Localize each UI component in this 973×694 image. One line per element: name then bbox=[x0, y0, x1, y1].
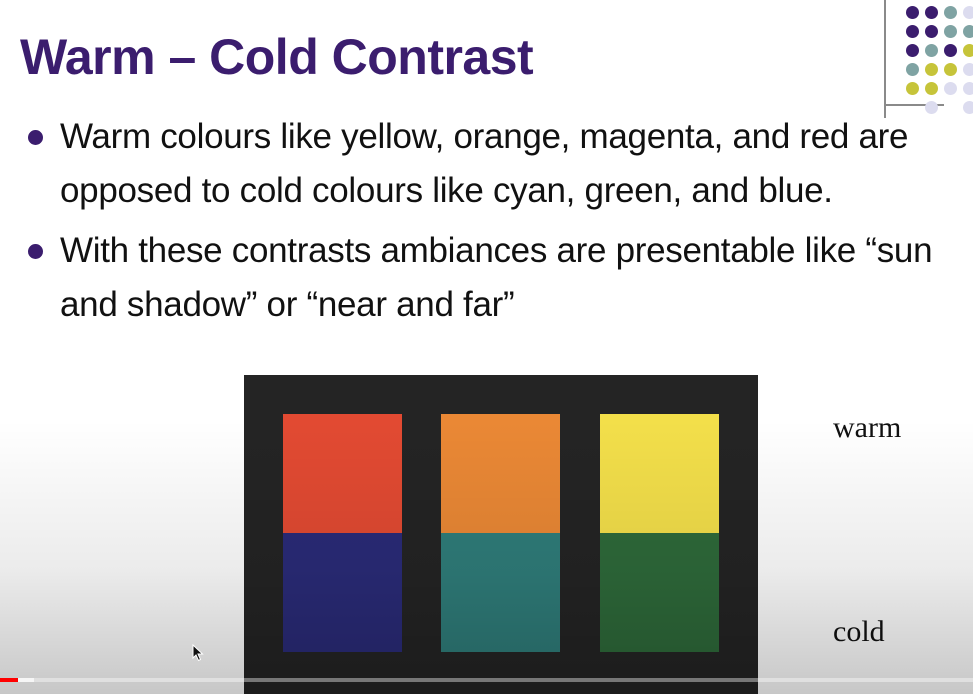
decorative-dot bbox=[906, 63, 919, 76]
cold-swatch-cyan bbox=[441, 533, 560, 652]
decorative-dot bbox=[963, 63, 973, 76]
decorative-dot bbox=[944, 82, 957, 95]
decorative-dot bbox=[963, 6, 973, 19]
bullet-dot-icon bbox=[28, 244, 43, 259]
decorative-dot bbox=[906, 25, 919, 38]
decorative-dot bbox=[963, 101, 973, 114]
decorative-dot bbox=[925, 82, 938, 95]
decorative-dot bbox=[963, 44, 973, 57]
warm-swatch-orange bbox=[441, 414, 560, 533]
cold-swatch-blue bbox=[283, 533, 402, 652]
decorative-dot bbox=[906, 6, 919, 19]
bullet-item: Warm colours like yellow, orange, magent… bbox=[28, 110, 958, 218]
video-buffer-fill bbox=[17, 678, 35, 682]
warm-swatch-yellow bbox=[600, 414, 719, 533]
slide-title: Warm – Cold Contrast bbox=[20, 29, 534, 85]
decorative-dot bbox=[963, 82, 973, 95]
decorative-vertical-line bbox=[884, 0, 886, 118]
cold-label: cold bbox=[833, 615, 885, 648]
decorative-dot bbox=[925, 63, 938, 76]
decorative-dot bbox=[906, 82, 919, 95]
video-progress-bar[interactable] bbox=[0, 678, 973, 682]
bullet-list: Warm colours like yellow, orange, magent… bbox=[28, 110, 958, 338]
decorative-dot bbox=[944, 6, 957, 19]
decorative-dot bbox=[944, 44, 957, 57]
bullet-text: Warm colours like yellow, orange, magent… bbox=[60, 117, 909, 210]
cold-swatch-green bbox=[600, 533, 719, 652]
bullet-item: With these contrasts ambiances are prese… bbox=[28, 224, 958, 332]
decorative-dot bbox=[944, 63, 957, 76]
bullet-dot-icon bbox=[28, 130, 43, 145]
decorative-dot bbox=[925, 6, 938, 19]
color-swatch-panel bbox=[244, 375, 758, 694]
decorative-dot bbox=[906, 44, 919, 57]
decorative-dot bbox=[925, 25, 938, 38]
warm-label: warm bbox=[833, 411, 902, 444]
decorative-dot bbox=[944, 25, 957, 38]
mouse-pointer-icon bbox=[192, 644, 204, 662]
video-progress-fill bbox=[0, 678, 18, 682]
warm-swatch-red bbox=[283, 414, 402, 533]
decorative-dot bbox=[963, 25, 973, 38]
decorative-dot bbox=[925, 44, 938, 57]
bullet-text: With these contrasts ambiances are prese… bbox=[60, 231, 933, 324]
